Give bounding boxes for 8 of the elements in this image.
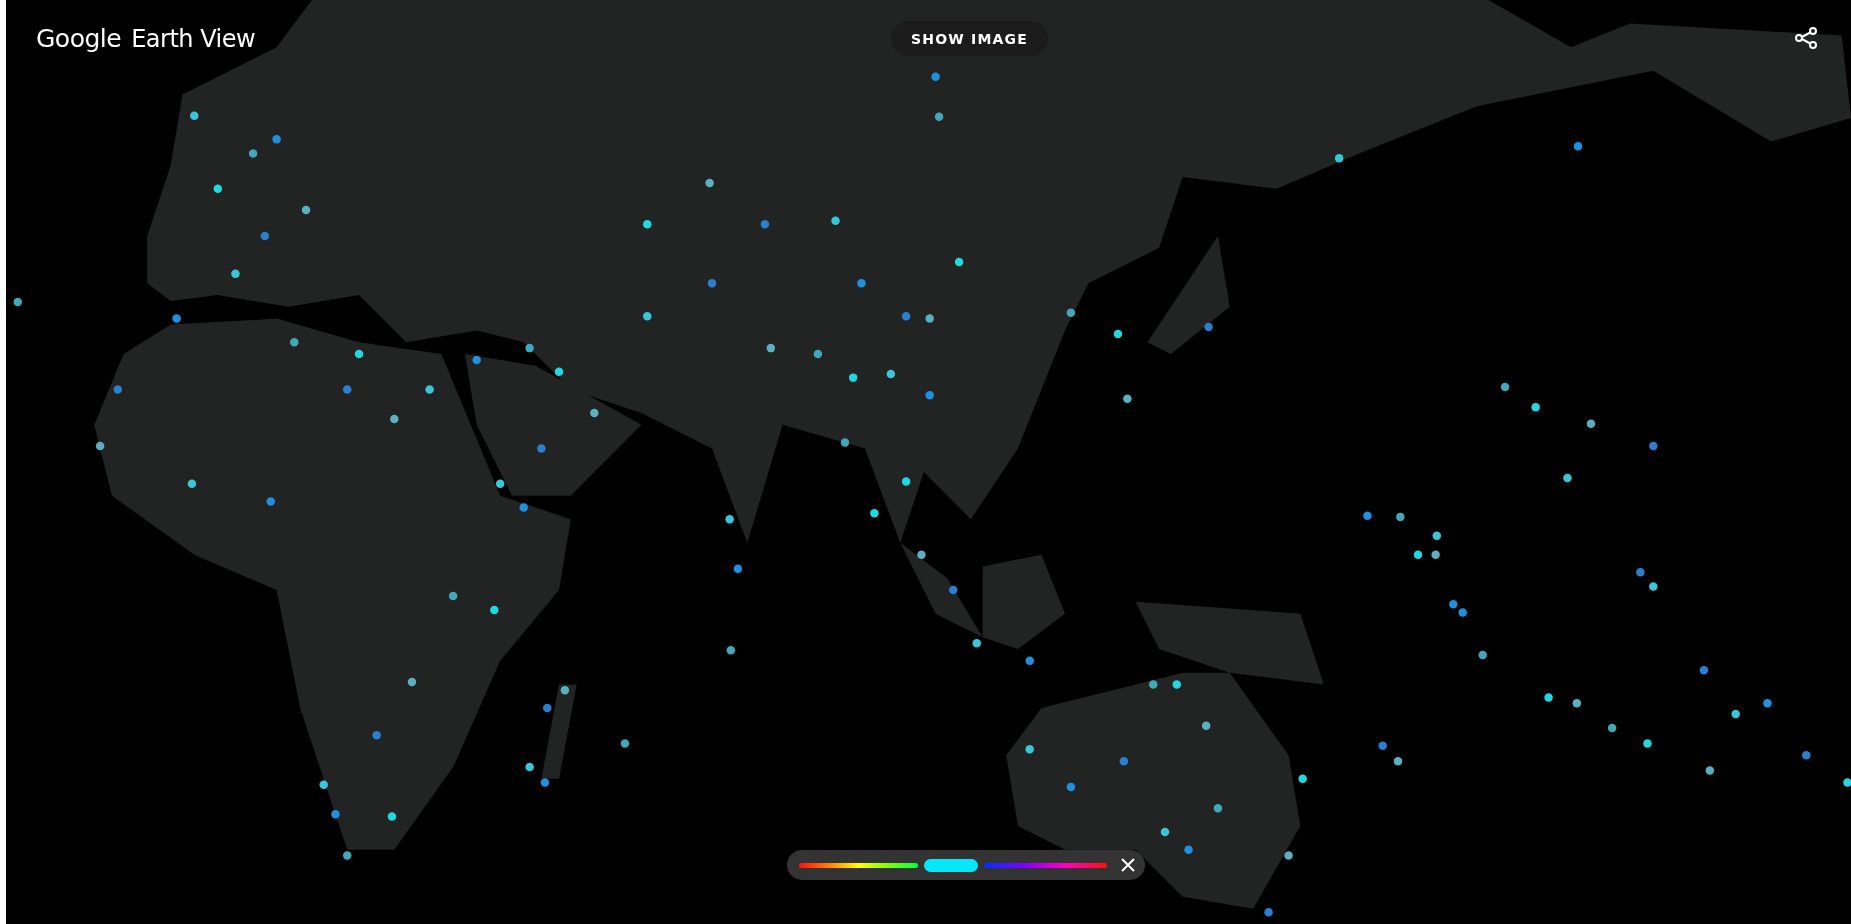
share-icon[interactable] (1794, 25, 1820, 51)
close-icon[interactable] (1121, 858, 1135, 872)
warm-color-gradient[interactable] (799, 862, 918, 868)
logo[interactable]: Google (36, 24, 122, 53)
color-slider-thumb[interactable] (923, 858, 978, 872)
app-title: Earth View (131, 25, 256, 53)
show-image-button[interactable]: SHOW IMAGE (891, 21, 1049, 56)
cool-color-gradient[interactable] (983, 862, 1107, 868)
